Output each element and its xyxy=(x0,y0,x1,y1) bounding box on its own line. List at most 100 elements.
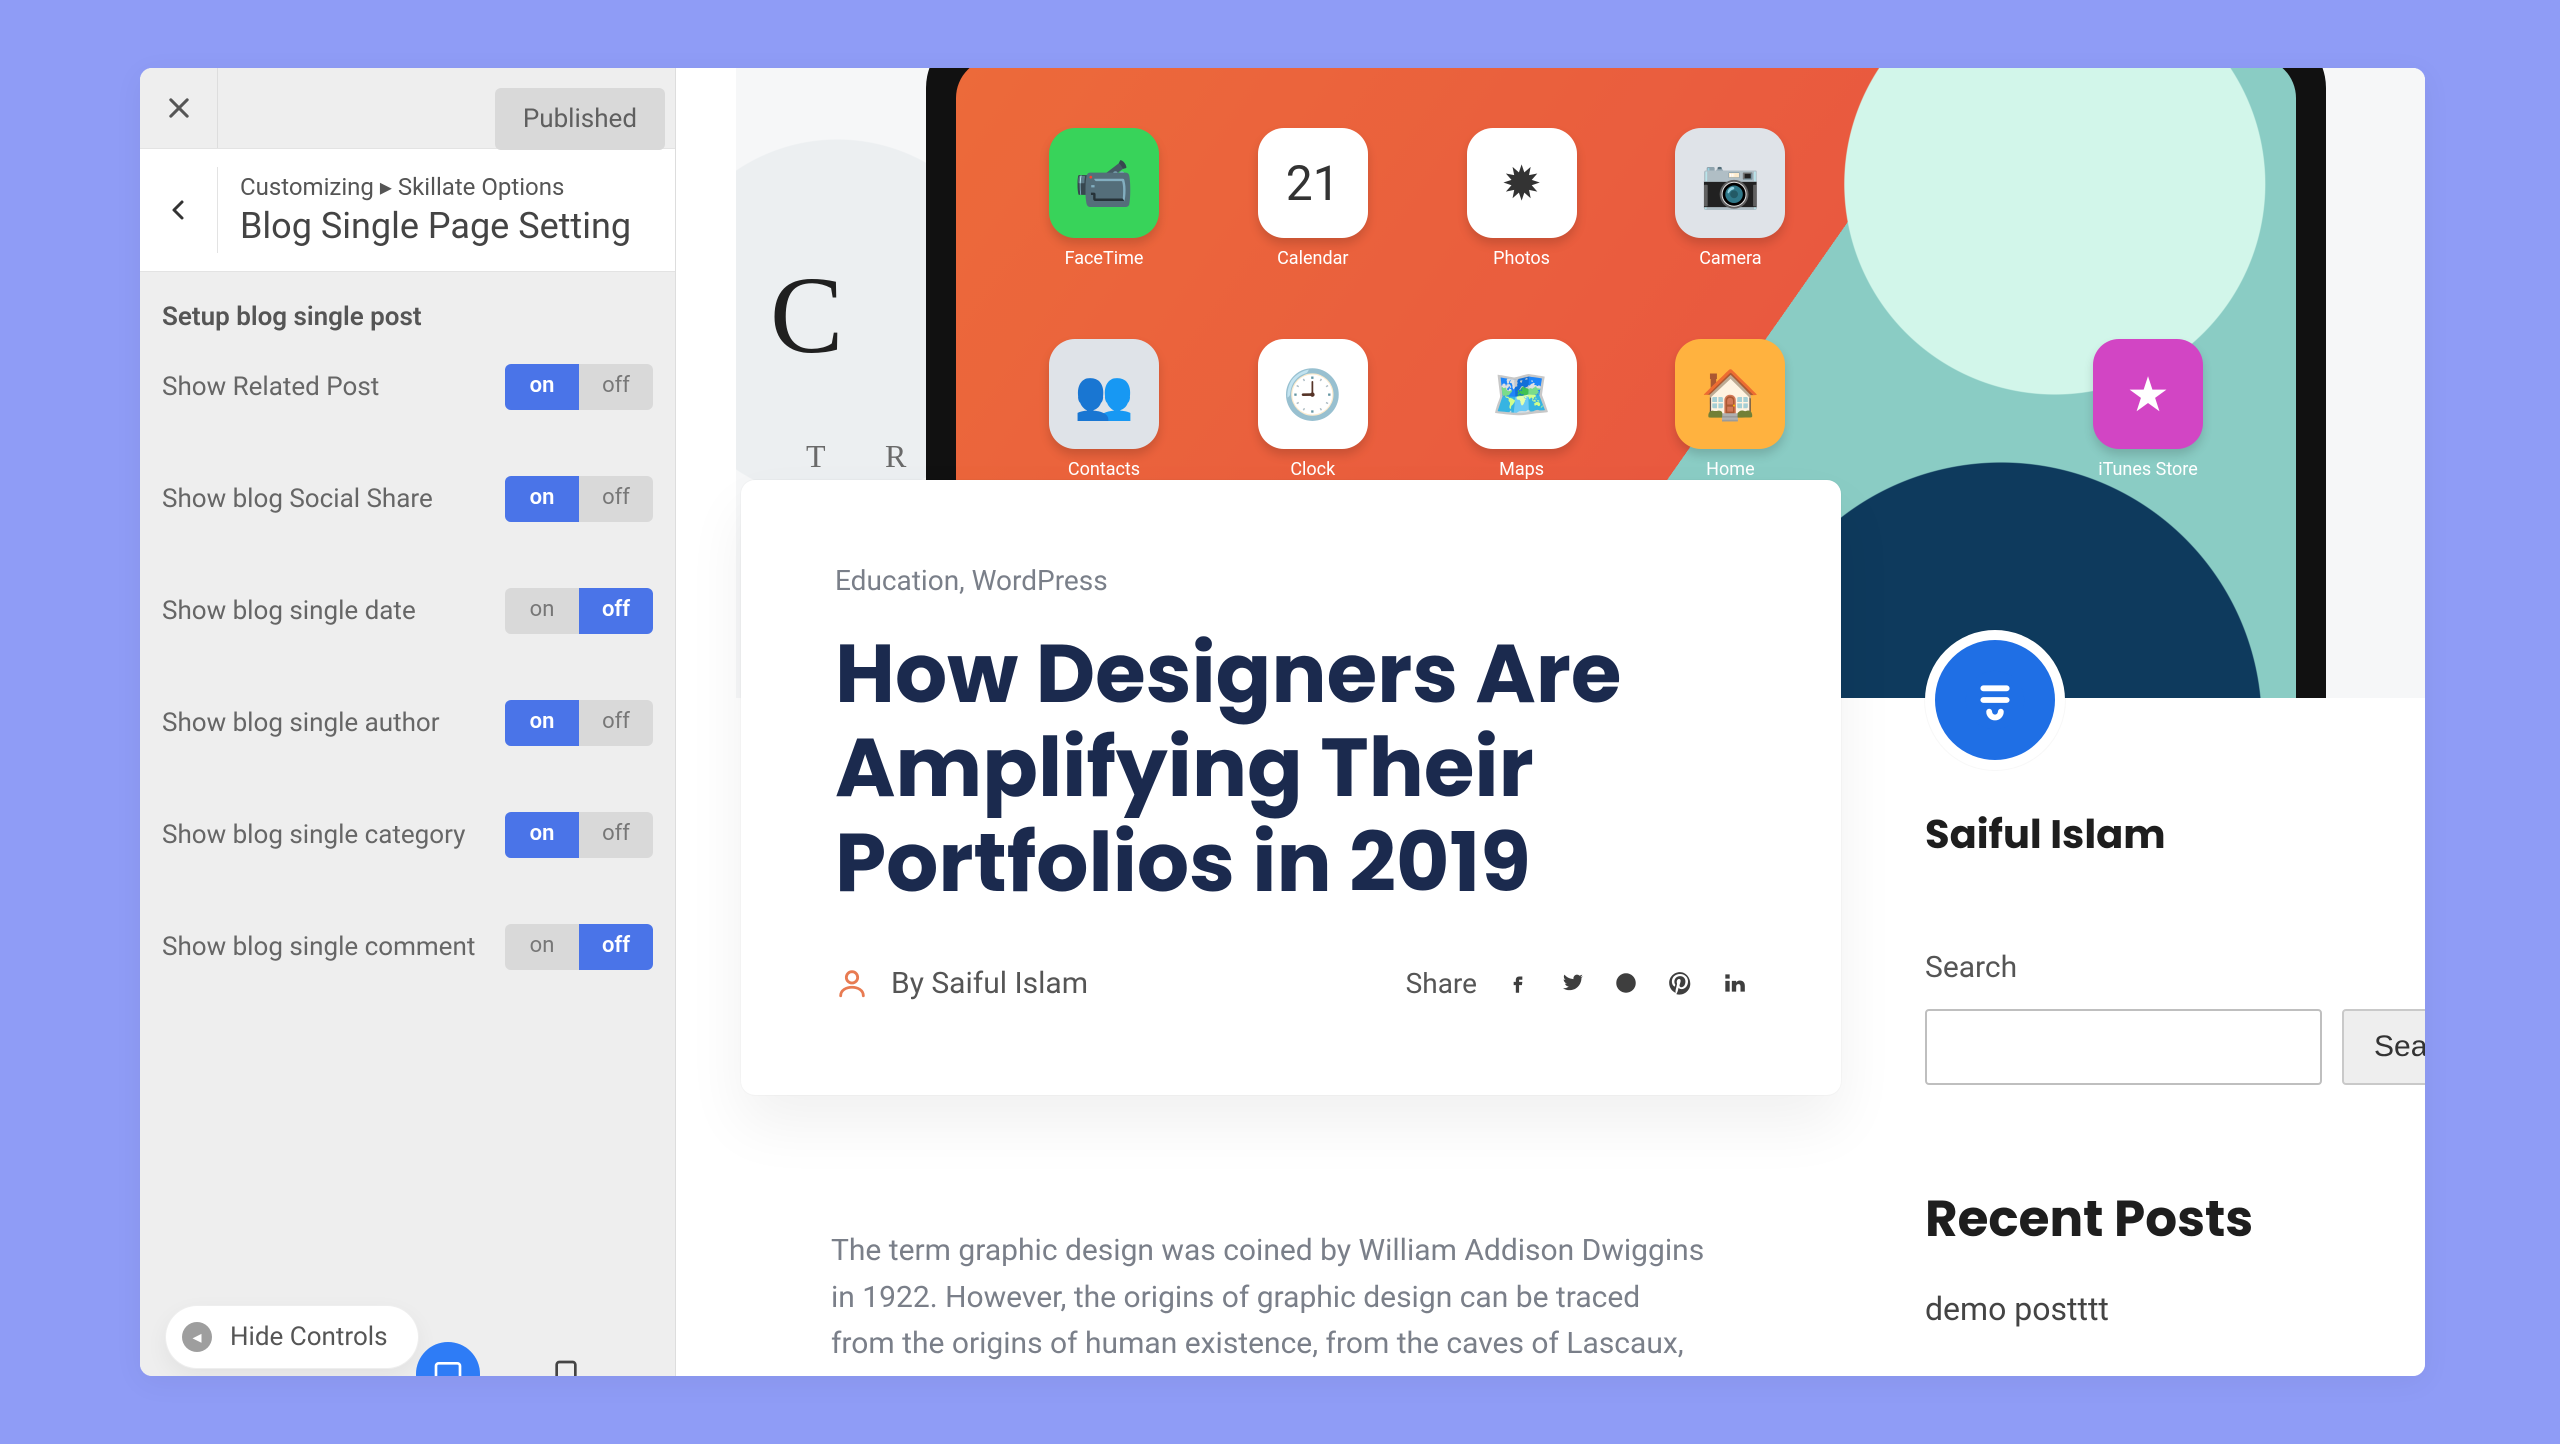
app-tile-label: Home xyxy=(1706,459,1754,480)
hero-app-icon: 📷 Camera xyxy=(1636,128,1825,269)
chevron-left-icon xyxy=(167,198,191,222)
desktop-icon xyxy=(432,1358,464,1376)
preview-pane: C E T R 📹FaceTime21Calendar✹Photos📷Camer… xyxy=(676,68,2425,1376)
app-tile-label: Clock xyxy=(1290,459,1335,480)
app-tile-label: Camera xyxy=(1699,248,1761,269)
author-avatar[interactable] xyxy=(1925,630,2065,770)
tablet-icon xyxy=(550,1358,582,1376)
back-button[interactable] xyxy=(140,167,218,253)
toggle-related-post[interactable]: onoff xyxy=(505,364,653,410)
app-tile-icon: 🏠 xyxy=(1675,339,1785,449)
app-tile-label: FaceTime xyxy=(1065,248,1144,269)
toggle-off[interactable]: off xyxy=(579,476,653,522)
post-author-text: By Saiful Islam xyxy=(891,966,1088,1001)
app-tile-label: iTunes Store xyxy=(2098,459,2198,480)
pinterest-icon[interactable] xyxy=(1667,970,1693,996)
toggle-on[interactable]: on xyxy=(505,812,579,858)
setting-single-author: Show blog single author onoff xyxy=(162,700,653,746)
device-tablet-button[interactable] xyxy=(534,1342,598,1376)
app-tile-icon: 📷 xyxy=(1675,128,1785,238)
hero-app-icon: ★ iTunes Store xyxy=(2054,339,2243,480)
post-author[interactable]: By Saiful Islam xyxy=(835,966,1088,1001)
toggle-on[interactable]: on xyxy=(505,364,579,410)
toggle-single-comment[interactable]: onoff xyxy=(505,924,653,970)
hero-icon-grid: 📹 FaceTime 21 Calendar ✹ Photos 📷 Camera 👥 Contac… xyxy=(1010,128,2243,480)
google-icon[interactable] xyxy=(1613,970,1639,996)
app-tile-icon: ✹ xyxy=(1467,128,1577,238)
toggle-off[interactable]: off xyxy=(579,364,653,410)
hero-app-icon: 🕘 Clock xyxy=(1218,339,1407,480)
customizer-topbar: Published xyxy=(140,68,675,148)
post-categories[interactable]: Education, WordPress xyxy=(835,564,1747,597)
app-tile-label: Contacts xyxy=(1068,459,1140,480)
setting-label: Show blog single category xyxy=(162,820,465,850)
device-desktop-button[interactable] xyxy=(416,1342,480,1376)
close-button[interactable] xyxy=(140,68,218,148)
app-tile-icon: 21 xyxy=(1258,128,1368,238)
published-badge[interactable]: Published xyxy=(495,88,665,150)
recent-post-item[interactable]: Doubling your salary, or at the very lea… xyxy=(1925,1368,2405,1376)
toggle-single-category[interactable]: onoff xyxy=(505,812,653,858)
post-body: The term graphic design was coined by Wi… xyxy=(831,1228,1711,1376)
toggle-on[interactable]: on xyxy=(505,476,579,522)
toggle-off[interactable]: off xyxy=(579,588,653,634)
search-label: Search xyxy=(1925,950,2405,985)
share-label: Share xyxy=(1406,967,1477,1000)
setting-single-category: Show blog single category onoff xyxy=(162,812,653,858)
setting-single-comment: Show blog single comment onoff xyxy=(162,924,653,970)
recent-posts-list: demo postttt Doubling your salary, or at … xyxy=(1925,1287,2405,1376)
hide-controls-button[interactable]: ◂ Hide Controls xyxy=(166,1306,418,1368)
settings-list: Setup blog single post Show Related Post… xyxy=(140,272,675,1376)
search-input[interactable] xyxy=(1925,1009,2322,1085)
close-icon xyxy=(165,94,193,122)
post-title: How Designers Are Amplifying Their Portf… xyxy=(835,627,1747,910)
app-tile-label: Calendar xyxy=(1277,248,1348,269)
breadcrumb-title: Blog Single Page Setting xyxy=(240,205,631,247)
toggle-off[interactable]: off xyxy=(579,700,653,746)
app-tile-icon: ★ xyxy=(2093,339,2203,449)
setting-label: Show blog Social Share xyxy=(162,484,433,514)
setting-social-share: Show blog Social Share onoff xyxy=(162,476,653,522)
customizer-panel: Published Customizing ▸ Skillate Options… xyxy=(140,68,676,1376)
sidebar-column: Saiful Islam Search Search Recent Posts … xyxy=(1925,630,2405,1376)
setting-label: Show blog single author xyxy=(162,708,440,738)
breadcrumb-row: Customizing ▸ Skillate Options Blog Sing… xyxy=(140,148,675,272)
toggle-single-date[interactable]: onoff xyxy=(505,588,653,634)
toggle-on[interactable]: on xyxy=(505,924,579,970)
hero-app-icon: 👥 Contacts xyxy=(1010,339,1199,480)
toggle-on[interactable]: on xyxy=(505,700,579,746)
recent-post-item[interactable]: demo postttt xyxy=(1925,1287,2405,1332)
post-meta-row: By Saiful Islam Share xyxy=(835,966,1747,1001)
author-name: Saiful Islam xyxy=(1925,804,2405,864)
recent-posts-heading: Recent Posts xyxy=(1925,1181,2405,1257)
settings-section-label: Setup blog single post xyxy=(162,302,653,332)
post-card: Education, WordPress How Designers Are A… xyxy=(741,480,1841,1095)
hero-app-icon: 📹 FaceTime xyxy=(1010,128,1199,269)
app-tile-icon: 🕘 xyxy=(1258,339,1368,449)
toggle-on[interactable]: on xyxy=(505,588,579,634)
avatar-icon xyxy=(1960,665,2030,735)
toggle-off[interactable]: off xyxy=(579,812,653,858)
app-tile-icon: 👥 xyxy=(1049,339,1159,449)
hide-controls-label: Hide Controls xyxy=(230,1322,388,1352)
hero-app-icon: 🏠 Home xyxy=(1636,339,1825,480)
search-row: Search xyxy=(1925,1009,2405,1085)
app-tile-label: Photos xyxy=(1493,248,1550,269)
setting-label: Show blog single date xyxy=(162,596,416,626)
breadcrumb-main: Customizing ▸ Skillate Options Blog Sing… xyxy=(218,167,653,253)
setting-label: Show blog single comment xyxy=(162,932,475,962)
facebook-icon[interactable] xyxy=(1505,970,1531,996)
setting-label: Show Related Post xyxy=(162,372,379,402)
hero-app-icon: 21 Calendar xyxy=(1218,128,1407,269)
breadcrumb-path: Customizing ▸ Skillate Options xyxy=(240,173,631,201)
toggle-social-share[interactable]: onoff xyxy=(505,476,653,522)
share-block: Share xyxy=(1406,967,1747,1000)
toggle-off[interactable]: off xyxy=(579,924,653,970)
twitter-icon[interactable] xyxy=(1559,970,1585,996)
toggle-single-author[interactable]: onoff xyxy=(505,700,653,746)
search-button[interactable]: Search xyxy=(2342,1009,2425,1085)
app-tile-icon: 📹 xyxy=(1049,128,1159,238)
collapse-icon: ◂ xyxy=(182,1322,212,1352)
linkedin-icon[interactable] xyxy=(1721,970,1747,996)
app-window: Published Customizing ▸ Skillate Options… xyxy=(140,68,2425,1376)
